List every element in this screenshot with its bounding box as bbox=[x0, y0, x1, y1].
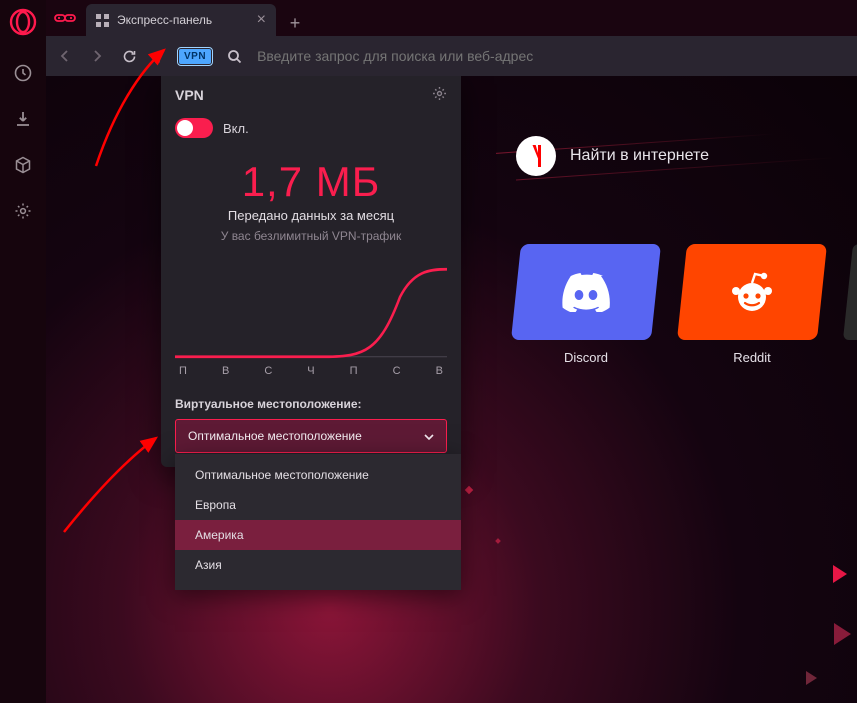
new-tab-button[interactable]: + bbox=[282, 10, 308, 36]
vpn-location-label: Виртуальное местоположение: bbox=[161, 387, 461, 419]
vpn-chart-days: П В С Ч П С В bbox=[161, 365, 461, 387]
yandex-logo-icon bbox=[516, 136, 556, 176]
vpn-popup: VPN Вкл. 1,7 МБ Передано данных за месяц… bbox=[161, 76, 461, 467]
vpn-badge[interactable]: VPN bbox=[179, 49, 211, 64]
vpn-location-select[interactable]: Оптимальное местоположение bbox=[175, 419, 447, 453]
vpn-title: VPN bbox=[175, 87, 204, 103]
vpn-option-europe[interactable]: Европа bbox=[175, 490, 461, 520]
tile-discord[interactable]: Discord bbox=[516, 244, 656, 365]
decoration-triangle bbox=[834, 623, 851, 645]
tab-bar: Экспресс-панель × + bbox=[46, 0, 857, 36]
vpn-location-dropdown: Оптимальное местоположение Европа Америк… bbox=[175, 454, 461, 590]
search-icon[interactable] bbox=[225, 47, 243, 65]
tab-speed-dial[interactable]: Экспресс-панель × bbox=[86, 4, 276, 36]
settings-gear-icon[interactable] bbox=[12, 200, 34, 222]
tile-label: Reddit bbox=[733, 350, 771, 365]
vpn-option-optimal[interactable]: Оптимальное местоположение bbox=[175, 460, 461, 490]
reload-button[interactable] bbox=[120, 47, 138, 65]
left-sidebar bbox=[0, 0, 46, 703]
vpn-on-label: Вкл. bbox=[223, 121, 249, 136]
vpn-selected-value: Оптимальное местоположение bbox=[188, 429, 362, 443]
search-row[interactable]: Найти в интернете bbox=[516, 136, 709, 176]
vpn-option-america[interactable]: Америка bbox=[175, 520, 461, 550]
downloads-icon[interactable] bbox=[12, 108, 34, 130]
tab-close-icon[interactable]: × bbox=[257, 11, 266, 29]
tile-partial[interactable] bbox=[843, 244, 857, 340]
decoration-triangle bbox=[833, 565, 847, 583]
vpn-data-caption: Передано данных за месяц bbox=[175, 208, 447, 223]
reddit-icon bbox=[728, 271, 776, 313]
cube-icon[interactable] bbox=[12, 154, 34, 176]
decoration-dot bbox=[495, 538, 501, 544]
search-label: Найти в интернете bbox=[570, 147, 709, 165]
gx-icon[interactable] bbox=[50, 4, 80, 34]
tile-reddit[interactable]: Reddit bbox=[682, 244, 822, 365]
tab-grid-icon bbox=[96, 14, 109, 27]
chevron-down-icon bbox=[424, 429, 434, 443]
nav-forward-button[interactable] bbox=[88, 47, 106, 65]
decoration-dot bbox=[465, 486, 473, 494]
history-icon[interactable] bbox=[12, 62, 34, 84]
site-menu-icon[interactable]: ⋮ bbox=[152, 48, 165, 65]
tab-title: Экспресс-панель bbox=[117, 13, 212, 27]
opera-logo-icon[interactable] bbox=[7, 6, 39, 38]
vpn-data-amount: 1,7 МБ bbox=[175, 158, 447, 206]
speed-dial-page: Найти в интернете Discord Reddit VPN bbox=[46, 76, 857, 703]
address-bar: ⋮ VPN bbox=[46, 36, 857, 76]
discord-icon bbox=[560, 272, 612, 312]
tile-label: Discord bbox=[564, 350, 608, 365]
vpn-settings-icon[interactable] bbox=[432, 86, 447, 104]
speed-dial-tiles: Discord Reddit bbox=[516, 244, 857, 365]
nav-back-button[interactable] bbox=[56, 47, 74, 65]
vpn-option-asia[interactable]: Азия bbox=[175, 550, 461, 580]
address-input[interactable] bbox=[257, 48, 847, 64]
vpn-unlimited-note: У вас безлимитный VPN-трафик bbox=[175, 229, 447, 243]
vpn-toggle[interactable] bbox=[175, 118, 213, 138]
vpn-usage-chart bbox=[175, 265, 447, 361]
decoration-triangle bbox=[806, 671, 817, 685]
